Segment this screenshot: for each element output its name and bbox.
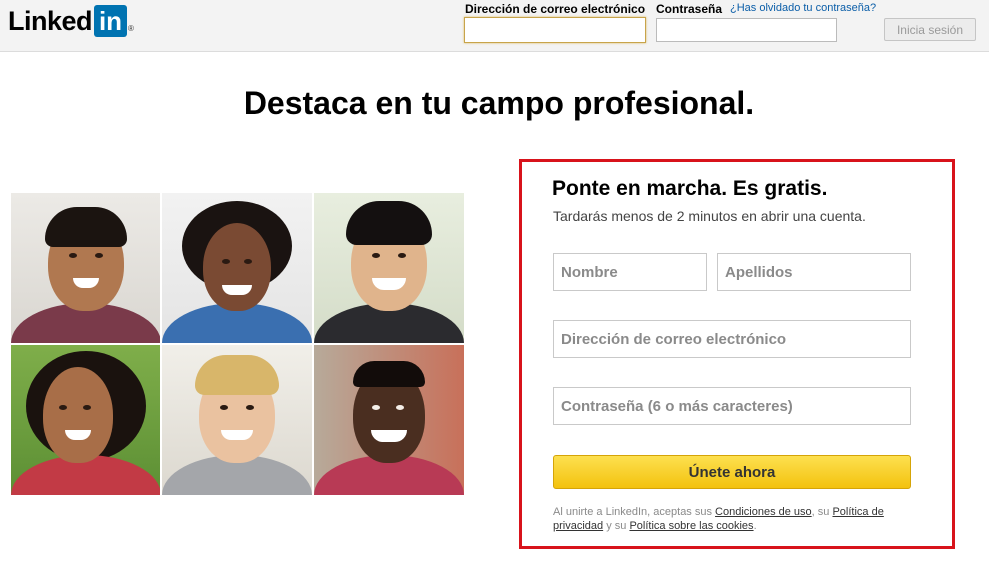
member-photo: [314, 193, 464, 343]
terms-text-part: Al unirte a LinkedIn, aceptas sus: [553, 506, 716, 518]
member-photo: [162, 193, 312, 343]
terms-text: Al unirte a LinkedIn, aceptas sus Condic…: [553, 505, 918, 533]
login-email-label: Dirección de correo electrónico: [465, 2, 646, 16]
signup-form: Ponte en marcha. Es gratis. Tardarás men…: [519, 159, 955, 549]
last-name-field[interactable]: [717, 253, 911, 291]
forgot-password-link[interactable]: ¿Has olvidado tu contraseña?: [730, 2, 876, 14]
logo-wordmark: Linked: [8, 5, 93, 36]
signup-password-field[interactable]: [553, 387, 911, 425]
logo-in-box: in: [94, 5, 128, 37]
member-photo: [162, 345, 312, 495]
login-password-label: Contraseña: [656, 2, 723, 16]
member-photo-grid: [11, 193, 464, 495]
login-button[interactable]: Inicia sesión: [884, 18, 976, 41]
cookie-policy-link[interactable]: Política sobre las cookies: [629, 520, 753, 532]
terms-text-part: .: [753, 520, 757, 532]
join-now-button[interactable]: Únete ahora: [553, 455, 911, 489]
signup-email-field[interactable]: [553, 320, 911, 358]
login-email-input[interactable]: [464, 17, 646, 43]
member-photo: [11, 345, 160, 495]
login-password-input[interactable]: [656, 18, 837, 42]
terms-text-part: , su: [811, 506, 833, 518]
member-photo: [11, 193, 160, 343]
first-name-field[interactable]: [553, 253, 707, 291]
terms-of-use-link[interactable]: Condiciones de uso: [715, 506, 812, 518]
logo-registered-mark: ®: [128, 24, 134, 33]
linkedin-logo[interactable]: Linked in ®: [8, 5, 134, 37]
top-header: Linked in ® Dirección de correo electrón…: [0, 0, 989, 52]
page-headline: Destaca en tu campo profesional.: [243, 85, 755, 121]
signup-title: Ponte en marcha. Es gratis.: [552, 177, 828, 200]
terms-text-part: y su: [603, 520, 630, 532]
member-photo: [314, 345, 464, 495]
signup-subtitle: Tardarás menos de 2 minutos en abrir una…: [553, 208, 866, 224]
